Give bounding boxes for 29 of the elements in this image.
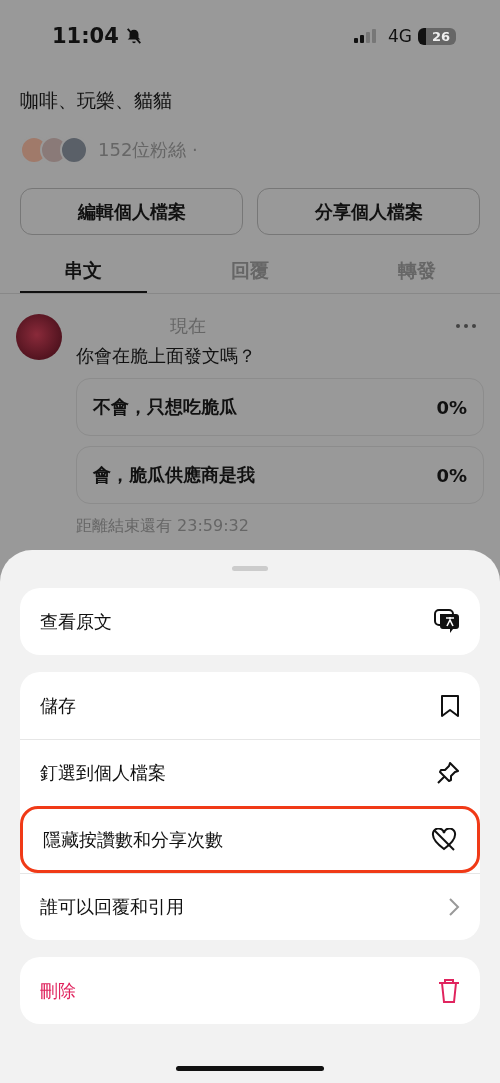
menu-item[interactable]: 刪除 xyxy=(20,957,480,1024)
translate-icon xyxy=(434,608,460,635)
home-indicator[interactable] xyxy=(176,1066,324,1071)
more-icon[interactable] xyxy=(456,324,476,328)
bookmark-icon xyxy=(440,693,460,718)
profile-tab[interactable]: 串文 xyxy=(20,251,147,293)
battery-level: 26 xyxy=(417,27,456,45)
sheet-handle[interactable] xyxy=(232,566,268,571)
heart-off-icon xyxy=(431,827,457,852)
menu-item[interactable]: 查看原文 xyxy=(20,588,480,655)
status-time: 11:04 xyxy=(52,24,119,48)
profile-button[interactable]: 編輯個人檔案 xyxy=(20,188,243,235)
follower-avatar xyxy=(60,136,88,164)
profile-button[interactable]: 分享個人檔案 xyxy=(257,188,480,235)
pin-icon xyxy=(436,761,460,785)
signal-icon xyxy=(353,29,378,43)
poll-option[interactable]: 不會，只想吃脆瓜 0% xyxy=(76,378,484,436)
user-avatar xyxy=(16,314,62,360)
trash-icon xyxy=(438,977,460,1004)
chevron-right-icon xyxy=(448,897,460,917)
bell-muted-icon xyxy=(124,27,143,45)
post-text: 你會在脆上面發文嗎？ xyxy=(76,344,257,368)
network-label: 4G xyxy=(387,26,412,46)
profile-bio: 咖啡、玩樂、貓貓 xyxy=(19,88,173,113)
menu-item[interactable]: 儲存 xyxy=(20,672,480,739)
menu-item[interactable]: 釘選到個人檔案 xyxy=(20,739,480,806)
poll-option[interactable]: 會，脆瓜供應商是我 0% xyxy=(76,446,484,504)
menu-item[interactable]: 誰可以回覆和引用 xyxy=(20,873,480,940)
menu-item[interactable]: 隱藏按讚數和分享次數 xyxy=(20,806,480,873)
